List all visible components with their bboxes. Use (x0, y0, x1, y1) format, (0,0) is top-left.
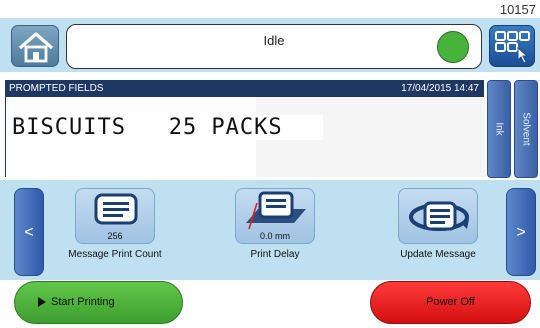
printer-status-text: Idle (263, 33, 285, 48)
message-preview-line: BISCUITS 25 PACKS (12, 115, 323, 140)
power-off-label: Power Off (426, 296, 475, 308)
menu-button[interactable] (489, 25, 535, 67)
solvent-tab[interactable]: Solvent (514, 80, 538, 178)
ink-tab[interactable]: Ink (487, 80, 511, 178)
grid-menu-icon (495, 31, 530, 64)
print-count-button[interactable]: 256 (75, 188, 155, 244)
start-printing-label: Start Printing (51, 296, 115, 308)
message-icon (94, 193, 138, 225)
next-page-button[interactable]: > (506, 188, 536, 276)
prompted-fields-datetime: 17/04/2015 14:47 (401, 83, 479, 94)
status-led (437, 31, 469, 63)
print-count-value: 256 (107, 231, 123, 241)
home-button[interactable] (11, 25, 59, 67)
solvent-tab-label: Solvent (520, 112, 532, 146)
print-delay-label: Print Delay (250, 249, 300, 260)
print-delay-icon (246, 191, 306, 230)
prompted-fields-header: PROMPTED FIELDS 17/04/2015 14:47 (5, 80, 484, 97)
print-count-label: Message Print Count (68, 249, 162, 260)
update-message-button[interactable] (398, 188, 478, 244)
home-icon (18, 32, 54, 63)
play-icon (38, 297, 46, 307)
print-delay-value: 0.0 mm (259, 231, 290, 241)
power-off-button[interactable]: Power Off (370, 281, 531, 324)
status-panel: Idle (66, 24, 482, 69)
update-message-icon (409, 201, 469, 231)
update-message-label: Update Message (400, 249, 476, 260)
ink-tab-label: Ink (493, 122, 505, 136)
prompted-fields-body[interactable]: BISCUITS 25 PACKS (5, 97, 485, 177)
print-delay-button[interactable]: 0.0 mm (235, 188, 315, 244)
screen-id: 10157 (499, 2, 536, 17)
previous-page-button[interactable]: < (14, 188, 44, 276)
start-printing-button[interactable]: Start Printing (14, 281, 183, 324)
prompted-fields-title: PROMPTED FIELDS (9, 83, 104, 94)
